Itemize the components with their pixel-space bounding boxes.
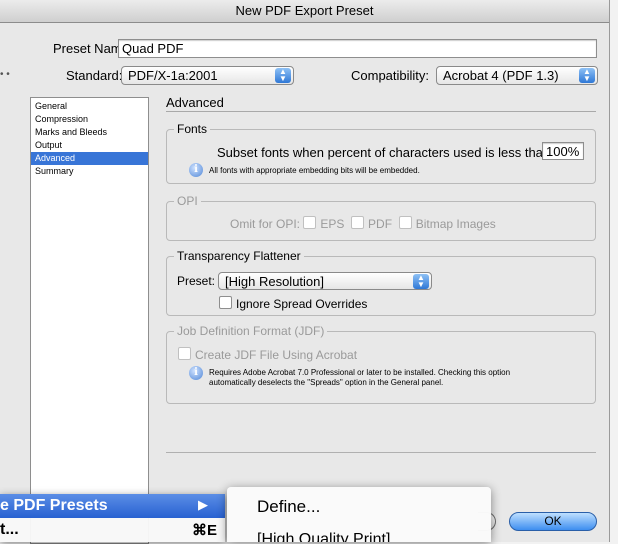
dropdown-arrows-icon: ▲ ▼: [413, 274, 429, 289]
opi-options: Omit for OPI: EPS PDF Bitmap Images: [230, 216, 496, 231]
pdf-presets-label: e PDF Presets: [0, 497, 108, 514]
bitmap-images-label: Bitmap Images: [415, 217, 496, 231]
sidebar-item-compression[interactable]: Compression: [31, 113, 148, 126]
pdf-checkbox[interactable]: PDF: [351, 216, 393, 231]
bitmap-images-checkbox[interactable]: Bitmap Images: [398, 216, 496, 231]
checkbox-icon: [351, 216, 365, 229]
info-icon: i: [189, 366, 203, 380]
file-menu: e PDF Presets ▶ t... ⌘E: [0, 494, 225, 542]
sidebar-item-marks-and-bleeds[interactable]: Marks and Bleeds: [31, 126, 148, 139]
category-list: General Compression Marks and Bleeds Out…: [30, 97, 149, 544]
menu-item-export[interactable]: t... ⌘E: [0, 518, 225, 542]
sidebar-item-general[interactable]: General: [31, 100, 148, 113]
dropdown-arrows-icon: ▲ ▼: [275, 68, 291, 83]
create-jdf-checkbox[interactable]: Create JDF File Using Acrobat: [178, 347, 357, 362]
menu-item-define[interactable]: Define...: [257, 497, 320, 517]
jdf-note-line2: automatically deselects the "Spreads" op…: [209, 378, 444, 387]
pdf-label: PDF: [368, 217, 393, 231]
standard-label: Standard:: [66, 68, 123, 83]
compatibility-dropdown[interactable]: Acrobat 4 (PDF 1.3) ▲ ▼: [436, 66, 598, 85]
ok-button[interactable]: OK: [509, 512, 597, 531]
bottom-divider: [166, 452, 596, 453]
checkbox-icon: [219, 296, 232, 309]
info-icon: i: [189, 163, 203, 177]
preset-name-input[interactable]: Quad PDF: [118, 39, 597, 58]
fonts-note: All fonts with appropriate embedding bit…: [209, 166, 420, 175]
menu-item-pdf-presets[interactable]: e PDF Presets ▶: [0, 494, 225, 518]
flattener-preset-dropdown[interactable]: [High Resolution] ▲ ▼: [218, 272, 432, 290]
dropdown-arrows-icon: ▲ ▼: [579, 68, 595, 83]
panel-title-divider: [166, 111, 596, 112]
compatibility-value: Acrobat 4 (PDF 1.3): [443, 68, 559, 83]
menu-item-high-quality-print[interactable]: [High Quality Print]: [257, 531, 390, 542]
checkbox-icon: [398, 216, 412, 229]
omit-opi-label: Omit for OPI:: [230, 217, 301, 231]
standard-dropdown[interactable]: PDF/X-1a:2001 ▲ ▼: [121, 66, 294, 85]
export-label: t...: [0, 521, 19, 538]
fonts-group-title: Fonts: [174, 122, 211, 136]
checkbox-icon: [178, 347, 191, 360]
eps-checkbox[interactable]: EPS: [303, 216, 345, 231]
sidebar-item-output[interactable]: Output: [31, 139, 148, 152]
compatibility-label: Compatibility:: [351, 68, 430, 83]
export-shortcut: ⌘E: [192, 522, 218, 539]
jdf-group-title: Job Definition Format (JDF): [174, 324, 328, 338]
ignore-spread-overrides-label: Ignore Spread Overrides: [236, 297, 368, 311]
submenu-arrow-icon: ▶: [198, 497, 208, 512]
sidebar-item-advanced[interactable]: Advanced: [31, 152, 148, 165]
subset-percent-input[interactable]: 100%: [542, 142, 584, 160]
ignore-spread-overrides-checkbox[interactable]: Ignore Spread Overrides: [219, 296, 367, 311]
window-title: New PDF Export Preset: [0, 0, 609, 23]
flattener-preset-value: [High Resolution]: [225, 274, 324, 289]
transparency-flattener-title: Transparency Flattener: [174, 249, 304, 263]
standard-value: PDF/X-1a:2001: [128, 68, 218, 83]
subset-fonts-label: Subset fonts when percent of characters …: [217, 145, 554, 160]
jdf-note-line1: Requires Adobe Acrobat 7.0 Professional …: [209, 368, 511, 377]
pdf-presets-submenu: Define... [High Quality Print]: [227, 487, 491, 542]
create-jdf-label: Create JDF File Using Acrobat: [195, 348, 358, 362]
panel-title: Advanced: [166, 95, 224, 110]
eps-label: EPS: [320, 217, 345, 231]
sidebar-item-summary[interactable]: Summary: [31, 165, 148, 178]
flattener-preset-label: Preset:: [177, 274, 216, 288]
checkbox-icon: [303, 216, 317, 229]
opi-group-title: OPI: [174, 194, 201, 208]
background-window-dots: • •: [0, 69, 10, 80]
